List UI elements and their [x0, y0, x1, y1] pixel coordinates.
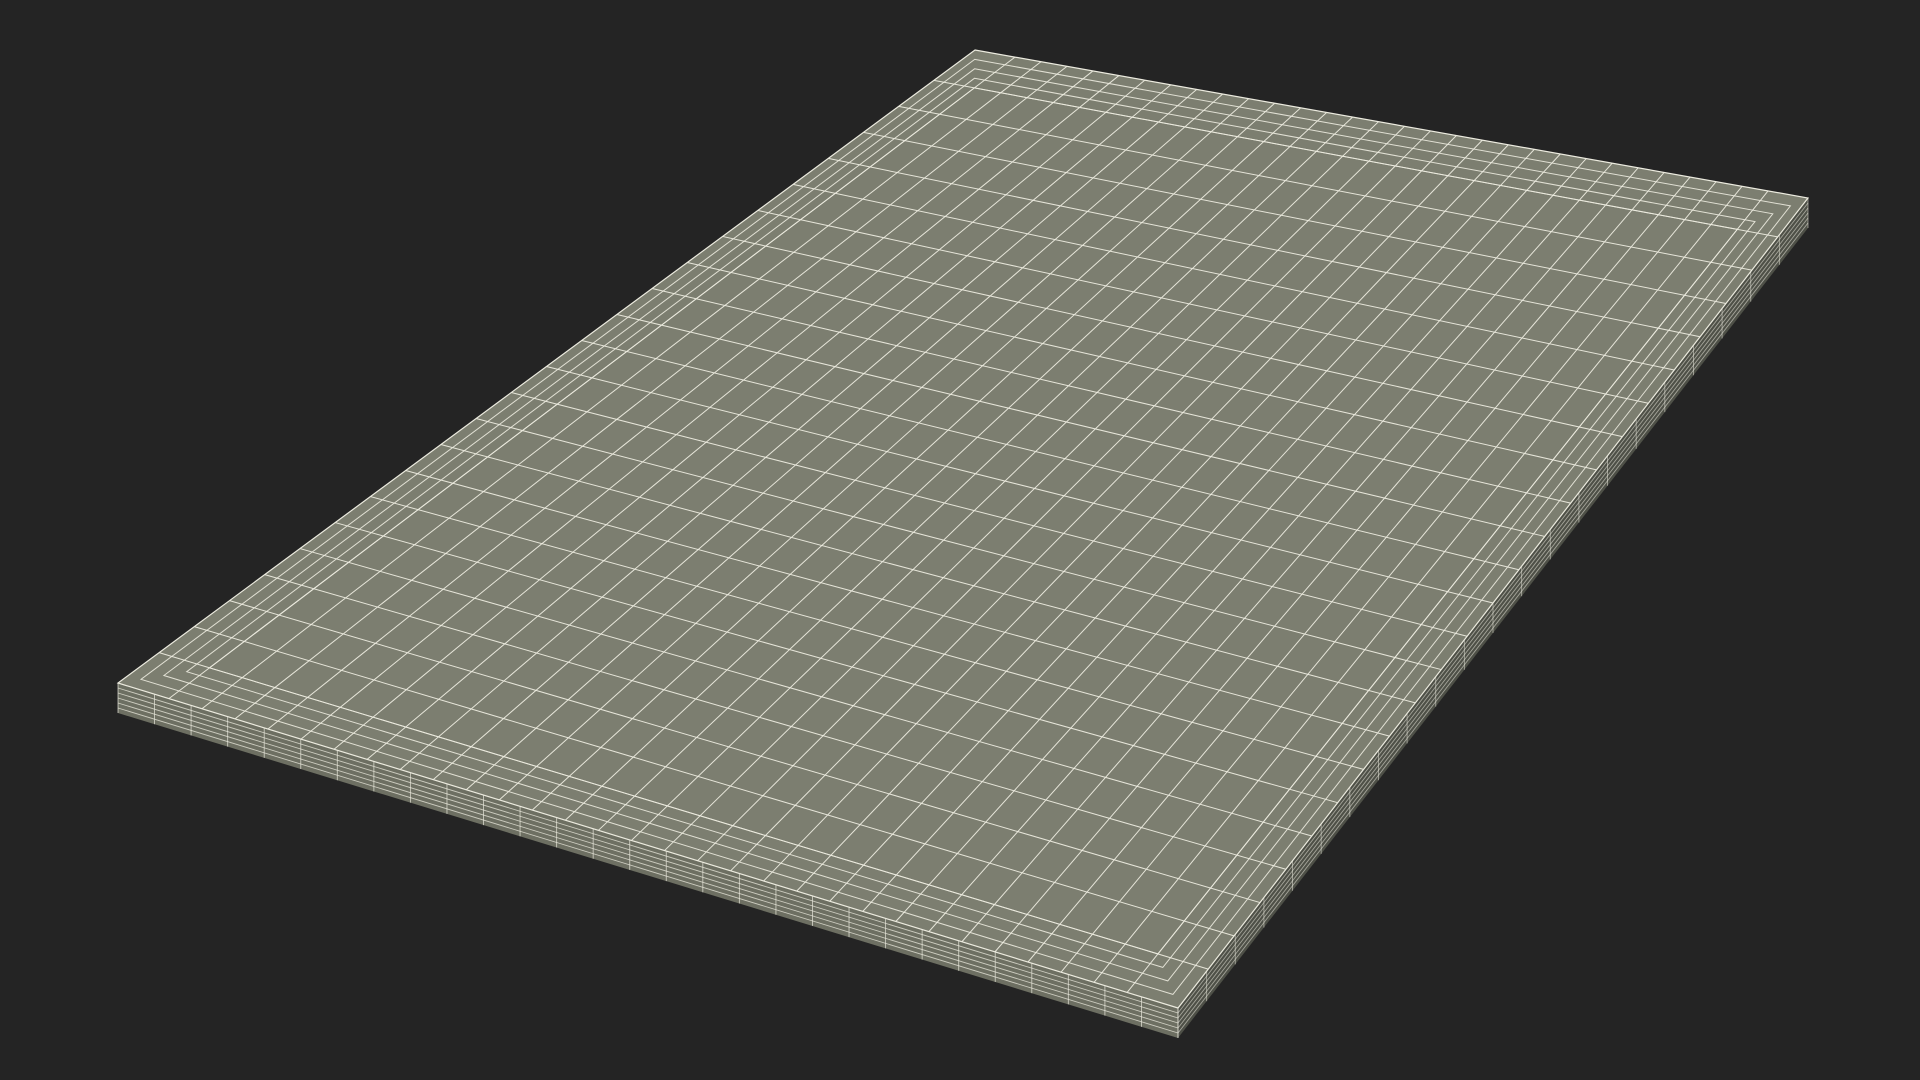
wireframe-board-render	[116, 49, 1810, 1038]
viewport	[0, 0, 1920, 1080]
